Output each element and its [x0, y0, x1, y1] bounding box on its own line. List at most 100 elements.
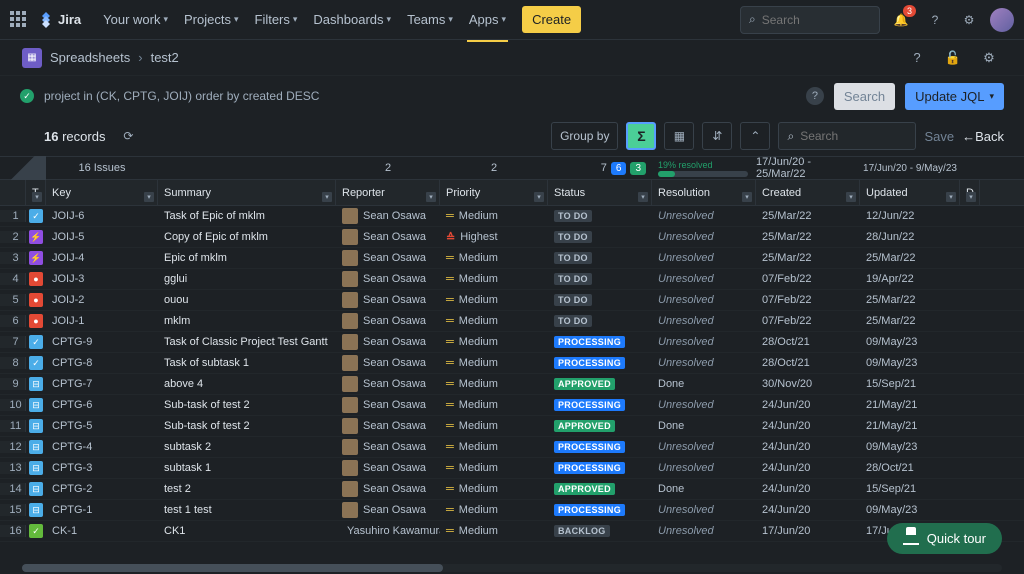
summary[interactable]: Copy of Epic of mklm [158, 231, 336, 243]
help-icon[interactable]: ? [922, 7, 948, 33]
table-row[interactable]: 3⚡JOIJ-4Epic of mklmSean Osawa═MediumTO … [0, 248, 1024, 269]
issue-key[interactable]: CPTG-9 [46, 336, 158, 348]
breadcrumb-page[interactable]: test2 [151, 50, 179, 65]
table-row[interactable]: 12⊟CPTG-4subtask 2Sean Osawa═MediumPROCE… [0, 437, 1024, 458]
issue-key[interactable]: JOIJ-4 [46, 252, 158, 264]
col-priority[interactable]: Priority▾ [440, 180, 548, 205]
chevron-down-icon[interactable]: ▾ [534, 192, 544, 202]
table-row[interactable]: 13⊟CPTG-3subtask 1Sean Osawa═MediumPROCE… [0, 458, 1024, 479]
grid-view-icon[interactable]: ▦ [664, 122, 694, 150]
quick-tour-button[interactable]: Quick tour [887, 523, 1002, 554]
issue-key[interactable]: CPTG-3 [46, 462, 158, 474]
page-settings-icon[interactable]: ⚙ [976, 45, 1002, 71]
table-row[interactable]: 6●JOIJ-1mklmSean Osawa═MediumTO DOUnreso… [0, 311, 1024, 332]
nav-projects[interactable]: Projects▾ [178, 6, 245, 33]
summary[interactable]: Task of Classic Project Test Gantt [158, 336, 336, 348]
group-by-button[interactable]: Group by [551, 122, 618, 150]
col-resolution[interactable]: Resolution▾ [652, 180, 756, 205]
issue-key[interactable]: JOIJ-5 [46, 231, 158, 243]
create-button[interactable]: Create [522, 6, 581, 33]
issue-key[interactable]: CPTG-5 [46, 420, 158, 432]
summary[interactable]: Task of Epic of mklm [158, 210, 336, 222]
table-row[interactable]: 14⊟CPTG-2test 2Sean Osawa═MediumAPPROVED… [0, 479, 1024, 500]
collapse-icon[interactable]: ⌃ [740, 122, 770, 150]
issue-key[interactable]: CK-1 [46, 525, 158, 537]
save-button[interactable]: Save [924, 129, 954, 144]
nav-your-work[interactable]: Your work▾ [97, 6, 174, 33]
jira-logo[interactable]: Jira [38, 12, 81, 28]
col-t[interactable]: T▾ [26, 180, 46, 205]
table-row[interactable]: 7✓CPTG-9Task of Classic Project Test Gan… [0, 332, 1024, 353]
summary[interactable]: above 4 [158, 378, 336, 390]
issue-key[interactable]: JOIJ-2 [46, 294, 158, 306]
summary[interactable]: test 2 [158, 483, 336, 495]
col-summary[interactable]: Summary▾ [158, 180, 336, 205]
settings-icon[interactable]: ⚙ [956, 7, 982, 33]
table-row[interactable]: 5●JOIJ-2ououSean Osawa═MediumTO DOUnreso… [0, 290, 1024, 311]
app-switcher-icon[interactable] [10, 11, 28, 29]
issue-key[interactable]: JOIJ-3 [46, 273, 158, 285]
search-button[interactable]: Search [834, 83, 895, 110]
issue-key[interactable]: CPTG-1 [46, 504, 158, 516]
chevron-down-icon[interactable]: ▾ [32, 192, 42, 202]
hierarchy-icon[interactable]: ⇵ [702, 122, 732, 150]
summary[interactable]: Epic of mklm [158, 252, 336, 264]
table-row[interactable]: 11⊟CPTG-5Sub-task of test 2Sean Osawa═Me… [0, 416, 1024, 437]
global-search[interactable]: ⌕ [740, 6, 880, 34]
jql-help-icon[interactable]: ? [806, 87, 824, 105]
summary[interactable]: Task of subtask 1 [158, 357, 336, 369]
avatar[interactable] [990, 8, 1014, 32]
col-key[interactable]: Key▾ [46, 180, 158, 205]
help-page-icon[interactable]: ? [904, 45, 930, 71]
col-created[interactable]: Created▾ [756, 180, 860, 205]
chevron-down-icon[interactable]: ▾ [742, 192, 752, 202]
summary[interactable]: CK1 [158, 525, 336, 537]
summary[interactable]: test 1 test [158, 504, 336, 516]
nav-dashboards[interactable]: Dashboards▾ [307, 6, 397, 33]
chevron-down-icon[interactable]: ▾ [946, 192, 956, 202]
nav-filters[interactable]: Filters▾ [249, 6, 304, 33]
chevron-down-icon[interactable]: ▾ [144, 192, 154, 202]
back-button[interactable]: ← Back [962, 129, 1004, 144]
issue-key[interactable]: CPTG-2 [46, 483, 158, 495]
table-row[interactable]: 4●JOIJ-3ggluiSean Osawa═MediumTO DOUnres… [0, 269, 1024, 290]
summary[interactable]: mklm [158, 315, 336, 327]
chevron-down-icon[interactable]: ▾ [966, 192, 976, 202]
issue-key[interactable]: JOIJ-6 [46, 210, 158, 222]
table-search-input[interactable] [800, 129, 907, 143]
breadcrumb-space[interactable]: Spreadsheets [50, 50, 130, 65]
issue-key[interactable]: CPTG-6 [46, 399, 158, 411]
col-status[interactable]: Status▾ [548, 180, 652, 205]
col-updated[interactable]: Updated▾ [860, 180, 960, 205]
table-search[interactable]: ⌕ [778, 122, 916, 150]
table-row[interactable]: 15⊟CPTG-1test 1 testSean Osawa═MediumPRO… [0, 500, 1024, 521]
table-row[interactable]: 9⊟CPTG-7above 4Sean Osawa═MediumAPPROVED… [0, 374, 1024, 395]
lock-icon[interactable]: 🔓 [940, 45, 966, 71]
chevron-down-icon[interactable]: ▾ [426, 192, 436, 202]
table-row[interactable]: 1✓JOIJ-6Task of Epic of mklmSean Osawa═M… [0, 206, 1024, 227]
table-row[interactable]: 10⊟CPTG-6Sub-task of test 2Sean Osawa═Me… [0, 395, 1024, 416]
chevron-down-icon[interactable]: ▾ [846, 192, 856, 202]
summary[interactable]: ouou [158, 294, 336, 306]
issue-key[interactable]: CPTG-8 [46, 357, 158, 369]
table-row[interactable]: 16✓CK-1CK1Yasuhiro Kawamura═MediumBACKLO… [0, 521, 1024, 542]
col-d[interactable]: D▾ [960, 180, 980, 205]
summary[interactable]: subtask 2 [158, 441, 336, 453]
update-jql-button[interactable]: Update JQL▾ [905, 83, 1004, 110]
issue-key[interactable]: CPTG-7 [46, 378, 158, 390]
table-row[interactable]: 8✓CPTG-8Task of subtask 1Sean Osawa═Medi… [0, 353, 1024, 374]
summary[interactable]: subtask 1 [158, 462, 336, 474]
horizontal-scrollbar[interactable] [22, 564, 1002, 572]
summary[interactable]: Sub-task of test 2 [158, 420, 336, 432]
jql-query[interactable]: project in (CK, CPTG, JOIJ) order by cre… [44, 89, 796, 103]
issue-key[interactable]: CPTG-4 [46, 441, 158, 453]
issue-key[interactable]: JOIJ-1 [46, 315, 158, 327]
chevron-down-icon[interactable]: ▾ [638, 192, 648, 202]
global-search-input[interactable] [762, 13, 871, 27]
nav-apps[interactable]: Apps▾ [463, 6, 512, 33]
summary[interactable]: Sub-task of test 2 [158, 399, 336, 411]
nav-teams[interactable]: Teams▾ [401, 6, 459, 33]
chevron-down-icon[interactable]: ▾ [322, 192, 332, 202]
sigma-button[interactable]: Σ [626, 122, 656, 150]
summary[interactable]: gglui [158, 273, 336, 285]
